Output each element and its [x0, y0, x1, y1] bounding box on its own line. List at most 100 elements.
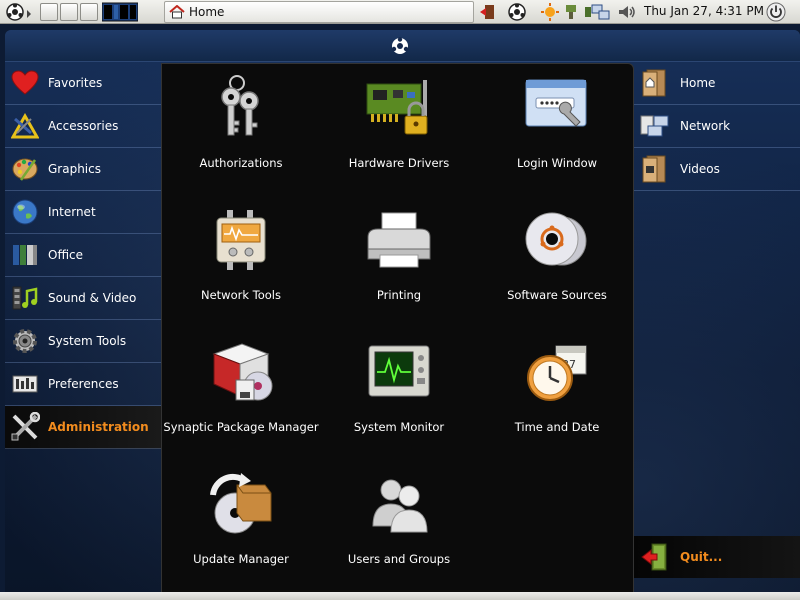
app-hardware-drivers[interactable]: Hardware Drivers	[320, 64, 478, 194]
users-icon	[372, 479, 428, 533]
category-graphics[interactable]: Graphics	[5, 148, 161, 191]
category-preferences[interactable]: Preferences	[5, 363, 161, 406]
workspace-icon	[102, 2, 138, 22]
videos-folder-icon	[642, 155, 666, 183]
category-label: Preferences	[48, 377, 119, 391]
place-home[interactable]: Home	[634, 62, 800, 105]
app-update-manager[interactable]: Update Manager	[162, 460, 320, 590]
tools-icon	[11, 412, 40, 441]
speaker-icon	[619, 6, 635, 18]
category-system-tools[interactable]: System Tools	[5, 320, 161, 363]
shutdown-button[interactable]	[765, 2, 787, 22]
terminal-icon	[80, 3, 98, 21]
network-icon	[591, 4, 610, 20]
distro-tray-logo[interactable]	[504, 2, 530, 22]
workspace-switcher[interactable]	[102, 2, 138, 22]
place-network[interactable]: Network	[634, 105, 800, 148]
globe-icon	[12, 199, 38, 225]
sun-update-icon	[541, 3, 559, 21]
login-window-icon	[525, 79, 587, 127]
file-manager-launcher[interactable]	[60, 2, 78, 22]
distro-logo-icon	[391, 37, 409, 54]
category-label: Accessories	[48, 119, 119, 133]
network-applet[interactable]	[590, 2, 612, 22]
app-label: Synaptic Package Manager	[163, 420, 319, 434]
app-label: Time and Date	[514, 420, 600, 434]
app-label: Login Window	[516, 156, 598, 170]
desktop-icon	[40, 3, 58, 21]
gear-icon	[13, 329, 37, 353]
app-authorizations[interactable]: Authorizations	[162, 64, 320, 194]
place-label: Network	[680, 119, 731, 133]
app-login-window[interactable]: Login Window	[478, 64, 636, 194]
tray-item[interactable]	[562, 2, 580, 22]
app-synaptic-package-manager[interactable]: Synaptic Package Manager	[162, 328, 320, 458]
power-icon	[766, 2, 786, 22]
category-administration[interactable]: Administration	[5, 406, 161, 449]
volume-applet[interactable]	[616, 2, 638, 22]
home-folder-icon	[642, 69, 666, 97]
category-favorites[interactable]: Favorites	[5, 62, 161, 105]
app-label: Users and Groups	[347, 552, 451, 566]
terminal-launcher[interactable]	[80, 2, 98, 22]
taskbar-home-label: Home	[189, 5, 225, 19]
place-label: Videos	[680, 162, 720, 176]
clock-icon: 37	[527, 345, 587, 401]
show-desktop-launcher[interactable]	[40, 2, 58, 22]
main-menu-button[interactable]	[4, 2, 36, 22]
places-list: Home Network Videos	[634, 62, 800, 191]
applications-panel: Authorizations Hardware Drivers Login Wi…	[161, 63, 634, 600]
circuit-board-icon	[366, 80, 428, 135]
preferences-icon	[12, 375, 38, 393]
heart-icon	[11, 70, 39, 95]
place-label: Home	[680, 76, 716, 90]
app-label: Update Manager	[193, 552, 289, 566]
app-label: System Monitor	[353, 420, 445, 434]
app-system-monitor[interactable]: System Monitor	[320, 328, 478, 458]
exit-icon	[480, 5, 494, 19]
keys-icon	[221, 75, 259, 136]
category-label: Administration	[48, 420, 149, 434]
category-list: Favorites Accessories Graphics Internet …	[5, 62, 161, 449]
app-software-sources[interactable]: Software Sources	[478, 196, 636, 326]
taskbar-home-window[interactable]: Home	[164, 1, 474, 23]
update-icon	[210, 473, 272, 534]
accessories-icon	[11, 113, 39, 139]
app-time-and-date[interactable]: 37 Time and Date	[478, 328, 636, 458]
app-label: Network Tools	[200, 288, 281, 302]
category-accessories[interactable]: Accessories	[5, 105, 161, 148]
app-label: Software Sources	[507, 288, 607, 302]
category-label: System Tools	[48, 334, 127, 348]
clock[interactable]: Thu Jan 27, 4:31 PM	[644, 4, 764, 18]
package-icon	[212, 343, 273, 401]
cd-icon	[525, 212, 587, 266]
category-label: Graphics	[48, 162, 101, 176]
network-tools-icon	[216, 210, 266, 270]
logout-applet[interactable]	[478, 2, 498, 22]
bottom-panel	[0, 592, 800, 600]
network-icon	[640, 115, 669, 137]
file-icon	[60, 3, 78, 21]
category-sound-video[interactable]: Sound & Video	[5, 277, 161, 320]
app-label: Authorizations	[199, 156, 283, 170]
office-icon	[13, 245, 37, 265]
home-icon	[169, 5, 185, 19]
app-users-and-groups[interactable]: Users and Groups	[320, 460, 478, 590]
category-office[interactable]: Office	[5, 234, 161, 277]
palette-icon	[12, 158, 38, 181]
app-network-tools[interactable]: Network Tools	[162, 196, 320, 326]
printer-icon	[367, 212, 431, 268]
update-notifier[interactable]	[540, 2, 560, 22]
category-label: Favorites	[48, 76, 103, 90]
category-internet[interactable]: Internet	[5, 191, 161, 234]
quit-label: Quit...	[680, 550, 723, 564]
app-printing[interactable]: Printing	[320, 196, 478, 326]
top-panel: Home Thu Jan 27, 4:31 PM	[0, 0, 800, 24]
quit-button[interactable]: Quit...	[634, 536, 800, 578]
tray-tool-icon	[566, 5, 576, 19]
app-label: Printing	[376, 288, 422, 302]
distro-logo-icon	[6, 3, 31, 21]
category-label: Internet	[48, 205, 96, 219]
category-label: Sound & Video	[48, 291, 137, 305]
place-videos[interactable]: Videos	[634, 148, 800, 191]
